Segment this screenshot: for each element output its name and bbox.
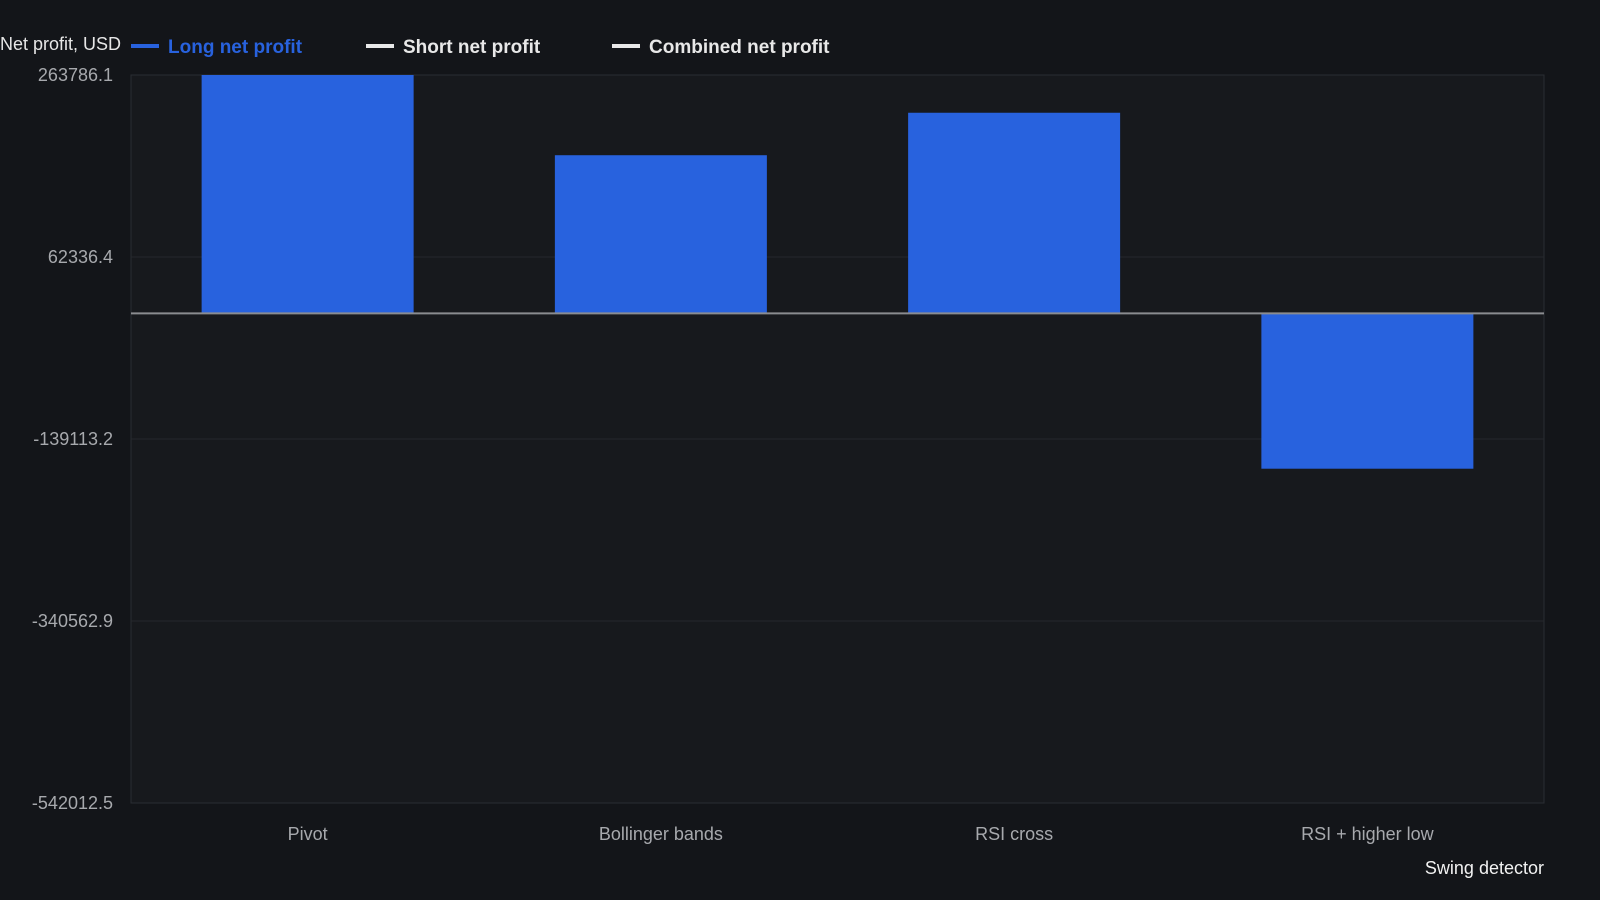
bar-long-net-profit bbox=[1261, 313, 1474, 469]
chart-container: 263786.1 62336.4 -139113.2 -340562.9 -542012… bbox=[0, 0, 1600, 900]
bar-chart: 263786.1 62336.4 -139113.2 -340562.9 -542012… bbox=[0, 0, 1600, 900]
x-tick-label: RSI + higher low bbox=[1301, 824, 1435, 844]
legend-label: Short net profit bbox=[403, 37, 541, 58]
bar-long-net-profit bbox=[201, 75, 414, 314]
bar-long-net-profit bbox=[554, 155, 767, 314]
x-tick-label: Bollinger bands bbox=[599, 824, 723, 844]
y-tick-label: 263786.1 bbox=[38, 65, 113, 85]
legend-label: Combined net profit bbox=[649, 37, 830, 58]
y-tick-label: -139113.2 bbox=[33, 429, 113, 449]
y-tick-label: 62336.4 bbox=[48, 247, 113, 267]
y-axis-label: Net profit, USD bbox=[0, 34, 121, 54]
x-tick-label: Pivot bbox=[288, 824, 328, 844]
legend-label: Long net profit bbox=[168, 37, 303, 58]
bar-long-net-profit bbox=[908, 112, 1121, 314]
y-tick-label: -340562.9 bbox=[32, 611, 113, 631]
x-tick-label: RSI cross bbox=[975, 824, 1053, 844]
legend: Long net profit Short net profit Combined … bbox=[131, 37, 830, 58]
x-axis-label: Swing detector bbox=[1425, 858, 1544, 878]
y-tick-label: -542012.5 bbox=[32, 793, 113, 813]
